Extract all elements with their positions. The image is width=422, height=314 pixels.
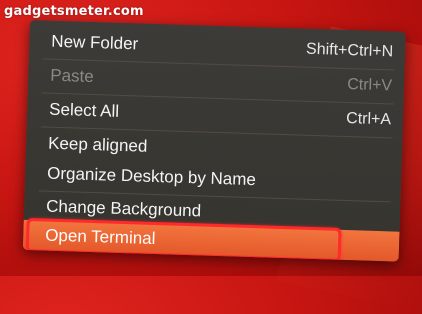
watermark: gadgetsmeter.com bbox=[4, 4, 144, 19]
menu-item-shortcut: Ctrl+V bbox=[346, 76, 393, 95]
menu-item-shortcut: Ctrl+A bbox=[345, 109, 392, 129]
menu-item-label: Organize Desktop by Name bbox=[46, 163, 257, 190]
menu-item-shortcut: Shift+Ctrl+N bbox=[305, 40, 394, 61]
menu-item-label: Paste bbox=[49, 65, 95, 87]
menu-item-label: New Folder bbox=[51, 31, 139, 54]
menu-item-label: Open Terminal bbox=[44, 225, 156, 249]
desktop-context-menu: New Folder Shift+Ctrl+N Paste Ctrl+V Sel… bbox=[22, 20, 406, 262]
menu-item-label: Change Background bbox=[45, 196, 202, 221]
menu-item-label: Select All bbox=[48, 99, 120, 121]
menu-item-label: Keep aligned bbox=[47, 133, 148, 156]
